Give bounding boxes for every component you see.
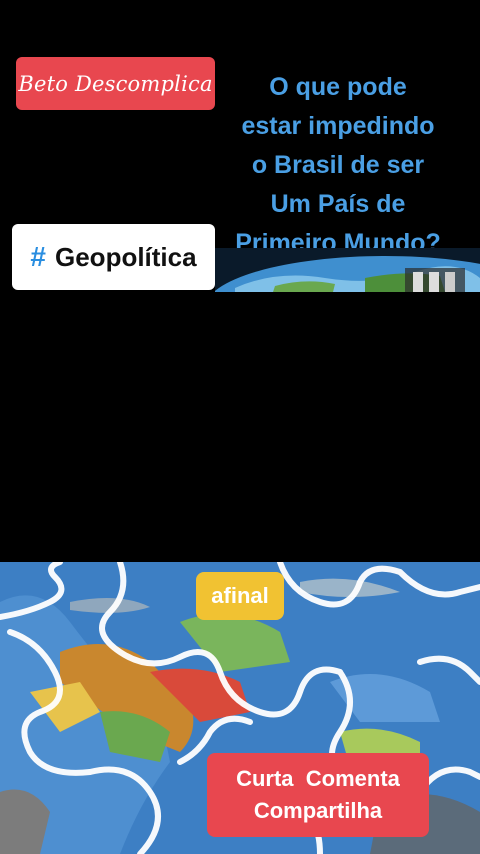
headline-line: estar impedindo bbox=[241, 112, 435, 140]
call-to-action-badge: Curta Comenta Compartilha bbox=[207, 753, 429, 837]
cta-line: Curta Comenta bbox=[236, 766, 400, 791]
brand-label: Beto Descomplica bbox=[18, 71, 213, 96]
tag-badge: # Geopolítica bbox=[12, 224, 215, 290]
headline-line: o Brasil de ser bbox=[251, 151, 425, 179]
brand-badge: Beto Descomplica bbox=[16, 57, 215, 110]
cta-line: Compartilha bbox=[253, 798, 383, 823]
headline-line: Um País de bbox=[270, 190, 406, 218]
word-badge: afinal bbox=[196, 572, 284, 620]
hash-icon: # bbox=[30, 241, 46, 272]
globe-image bbox=[215, 248, 480, 292]
headline: O que pode estar impedindo o Brasil de s… bbox=[222, 68, 454, 263]
headline-line: O que pode bbox=[269, 73, 407, 101]
tag-label: Geopolítica bbox=[55, 241, 197, 272]
word-badge-label: afinal bbox=[211, 583, 269, 608]
